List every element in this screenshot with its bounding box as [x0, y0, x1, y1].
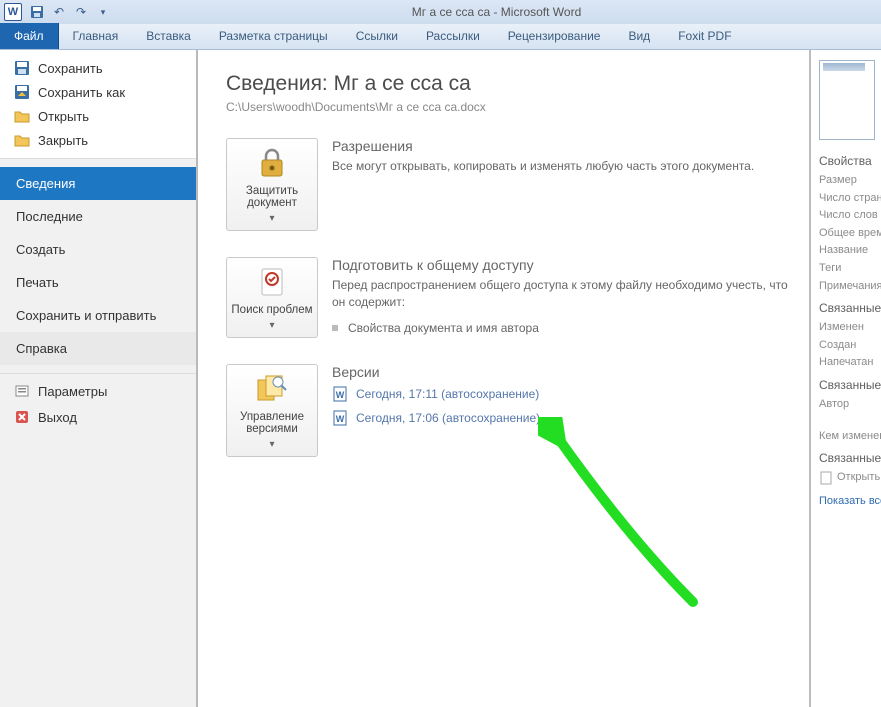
version-item[interactable]: W Сегодня, 17:06 (автосохранение) [332, 408, 791, 428]
button-label: Защитить документ [231, 185, 313, 209]
section-desc: Перед распространением общего доступа к … [332, 277, 791, 311]
section-title: Разрешения [332, 138, 791, 154]
document-thumbnail[interactable] [819, 60, 875, 140]
quick-access-toolbar: ↶ ↷ ▾ [28, 3, 112, 21]
sidebar-nav-recent[interactable]: Последние [0, 200, 196, 233]
sidebar-nav-save-send[interactable]: Сохранить и отправить [0, 299, 196, 332]
sidebar-item-label: Параметры [38, 384, 107, 399]
protect-document-button[interactable]: Защитить документ ▾ [226, 138, 318, 231]
prop-row: Название [819, 242, 881, 260]
bullet-icon [332, 325, 338, 331]
prop-row: Изменен [819, 319, 881, 337]
sidebar-save-as[interactable]: Сохранить как [0, 80, 196, 104]
show-all-properties-link[interactable]: Показать все [819, 495, 881, 507]
prop-row: Размер [819, 172, 881, 190]
info-heading: Сведения: Мг а се сса са [226, 72, 791, 96]
word-app-icon: W [4, 3, 22, 21]
info-panel: Сведения: Мг а се сса са C:\Users\woodh\… [198, 50, 809, 707]
document-icon [819, 471, 833, 485]
lock-icon [252, 145, 292, 181]
related-dates-heading: Связанные даты [819, 301, 881, 315]
tab-references[interactable]: Ссылки [342, 23, 412, 49]
section-desc: Все могут открывать, копировать и изменя… [332, 158, 791, 175]
prop-row: Напечатан [819, 354, 881, 372]
prop-row: Создан [819, 337, 881, 355]
sidebar-nav-print[interactable]: Печать [0, 266, 196, 299]
sidebar-item-label: Сохранить как [38, 85, 125, 100]
sidebar-open[interactable]: Открыть [0, 104, 196, 128]
sidebar-exit[interactable]: Выход [0, 404, 196, 430]
inspect-icon [252, 264, 292, 300]
tab-view[interactable]: Вид [614, 23, 664, 49]
options-icon [14, 383, 30, 399]
prop-row: Кем изменен [819, 428, 881, 446]
section-title: Подготовить к общему доступу [332, 257, 791, 273]
related-people-heading: Связанные люди [819, 378, 881, 392]
button-label: Управление версиями [231, 411, 313, 435]
prop-row: Теги [819, 260, 881, 278]
version-item[interactable]: W Сегодня, 17:11 (автосохранение) [332, 384, 791, 404]
exit-icon [14, 409, 30, 425]
prop-row: Общее время [819, 225, 881, 243]
undo-icon[interactable]: ↶ [50, 3, 68, 21]
sidebar-item-label: Открыть [38, 109, 89, 124]
prop-row: Число страниц [819, 190, 881, 208]
prop-row: Примечания [819, 278, 881, 296]
sidebar-nav-new[interactable]: Создать [0, 233, 196, 266]
properties-panel: Свойства Размер Число страниц Число слов… [809, 50, 881, 707]
backstage-sidebar: Сохранить Сохранить как Открыть Закрыть … [0, 50, 198, 707]
qat-dropdown-icon[interactable]: ▾ [94, 3, 112, 21]
permissions-section: Защитить документ ▾ Разрешения Все могут… [226, 138, 791, 231]
folder-close-icon [14, 132, 30, 148]
open-location-link[interactable]: Открыть [819, 469, 881, 487]
sidebar-item-label: Сохранить [38, 61, 103, 76]
save-icon [14, 60, 30, 76]
file-tab[interactable]: Файл [0, 23, 59, 49]
prepare-section: Поиск проблем ▾ Подготовить к общему дос… [226, 257, 791, 338]
sidebar-item-label: Закрыть [38, 133, 88, 148]
sidebar-close[interactable]: Закрыть [0, 128, 196, 152]
sidebar-options[interactable]: Параметры [0, 378, 196, 404]
sidebar-save[interactable]: Сохранить [0, 56, 196, 80]
button-label: Поиск проблем [231, 304, 312, 316]
redo-icon[interactable]: ↷ [72, 3, 90, 21]
document-path: C:\Users\woodh\Documents\Мг а се сса са.… [226, 100, 791, 114]
tab-insert[interactable]: Вставка [132, 23, 205, 49]
chevron-down-icon: ▾ [269, 213, 274, 224]
versions-section: Управление версиями ▾ Версии W Сегодня, … [226, 364, 791, 457]
check-issues-button[interactable]: Поиск проблем ▾ [226, 257, 318, 338]
tab-mailings[interactable]: Рассылки [412, 23, 494, 49]
save-as-icon [14, 84, 30, 100]
window-title: Мг а се сса са - Microsoft Word [112, 5, 881, 19]
prop-row: Число слов [819, 207, 881, 225]
section-title: Версии [332, 364, 791, 380]
tab-review[interactable]: Рецензирование [494, 23, 615, 49]
tab-page-layout[interactable]: Разметка страницы [205, 23, 342, 49]
versions-icon [252, 371, 292, 407]
related-docs-heading: Связанные документы [819, 451, 881, 465]
chevron-down-icon: ▾ [269, 439, 274, 450]
save-icon[interactable] [28, 3, 46, 21]
properties-heading[interactable]: Свойства [819, 154, 881, 168]
folder-open-icon [14, 108, 30, 124]
ribbon-tabs: Файл Главная Вставка Разметка страницы С… [0, 24, 881, 50]
chevron-down-icon: ▾ [269, 320, 274, 331]
sidebar-item-label: Выход [38, 410, 77, 425]
svg-text:W: W [336, 414, 345, 424]
svg-text:W: W [336, 390, 345, 400]
tab-foxit-pdf[interactable]: Foxit PDF [664, 23, 745, 49]
word-doc-icon: W [332, 386, 348, 402]
word-doc-icon: W [332, 410, 348, 426]
sidebar-nav-info[interactable]: Сведения [0, 167, 196, 200]
title-bar: W ↶ ↷ ▾ Мг а се сса са - Microsoft Word [0, 0, 881, 24]
prop-row: Автор [819, 396, 881, 414]
manage-versions-button[interactable]: Управление версиями ▾ [226, 364, 318, 457]
tab-home[interactable]: Главная [59, 23, 133, 49]
sidebar-nav-help[interactable]: Справка [0, 332, 196, 365]
prepare-bullet: Свойства документа и имя автора [332, 321, 791, 335]
